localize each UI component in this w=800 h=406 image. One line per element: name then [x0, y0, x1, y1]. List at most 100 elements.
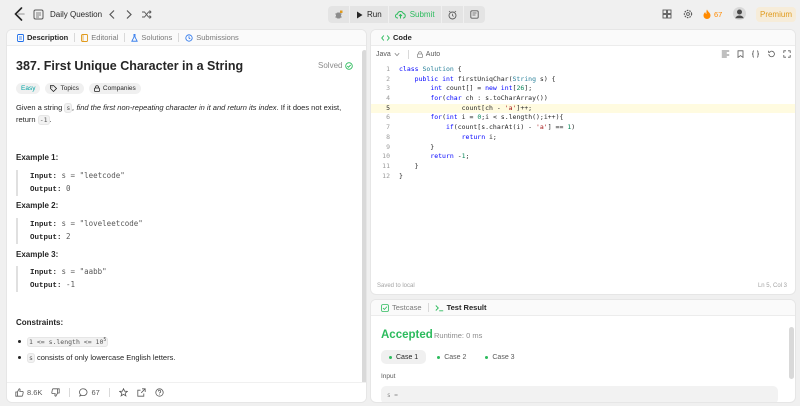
- submit-label: Submit: [409, 10, 435, 19]
- book-icon: [81, 33, 89, 42]
- comments-button[interactable]: 67: [79, 388, 100, 397]
- input-label: Input:: [30, 269, 58, 277]
- leetcode-logo-icon[interactable]: [13, 7, 25, 21]
- output-label: Output:: [30, 186, 62, 194]
- code-line: 9 }: [371, 142, 795, 153]
- tab-test-result[interactable]: Test Result: [431, 303, 491, 312]
- submit-button[interactable]: Submit: [388, 6, 441, 23]
- settings-gear-icon[interactable]: [683, 9, 693, 19]
- code-line: 4 for(char ch : s.toCharArray()): [371, 94, 795, 104]
- input-label: Input:: [30, 221, 58, 229]
- format-lines-icon[interactable]: [721, 50, 730, 58]
- scrollbar-thumb[interactable]: [362, 50, 366, 390]
- bookmark-icon[interactable]: [737, 50, 744, 58]
- flame-icon: [703, 9, 711, 19]
- line-number: 5: [386, 103, 390, 112]
- problem-list-title[interactable]: Daily Question: [50, 10, 102, 19]
- run-button[interactable]: Run: [350, 6, 388, 23]
- check-circle-icon: [345, 61, 354, 70]
- tab-editorial[interactable]: Editorial: [77, 33, 122, 42]
- tab-divider: [124, 33, 126, 42]
- output-value: 0: [66, 184, 71, 193]
- bullet-dot: [18, 356, 21, 359]
- code-editor[interactable]: 1 class Solution { 2 public int firstUniq…: [371, 65, 795, 181]
- auto-mode-toggle[interactable]: Auto: [416, 51, 440, 58]
- input-value: s = "loveleetcode": [61, 219, 143, 228]
- output-value: -1: [66, 280, 76, 289]
- topics-badge[interactable]: Topics: [45, 83, 84, 94]
- example-2-block: Input: s = "loveleetcode" Output: 2: [16, 218, 143, 244]
- problem-title: 387. First Unique Character in a String: [16, 59, 244, 73]
- runtime-value: Runtime: 0 ms: [434, 331, 483, 340]
- case-label: Case 3: [492, 353, 515, 361]
- constraint-text: consists of only lowercase English lette…: [34, 353, 176, 362]
- expand-icon[interactable]: [783, 50, 791, 58]
- document-icon: [17, 33, 24, 42]
- problem-list-icon[interactable]: [33, 9, 44, 20]
- result-scrollbar[interactable]: [789, 327, 794, 379]
- tab-solutions[interactable]: Solutions: [127, 33, 176, 42]
- tab-code[interactable]: Code: [377, 33, 416, 42]
- history-icon: [185, 33, 193, 42]
- run-label: Run: [367, 10, 382, 19]
- lock-icon: [93, 85, 100, 92]
- difficulty-badge[interactable]: Easy: [16, 83, 41, 94]
- tab-divider: [178, 33, 180, 42]
- favorite-button[interactable]: [118, 388, 128, 397]
- run-controls: Run Submit: [328, 6, 485, 23]
- help-circle-icon: [155, 388, 164, 397]
- reset-icon[interactable]: [767, 50, 776, 58]
- next-problem-icon[interactable]: [125, 9, 133, 20]
- code-line-active: 5 count[ch - 'a']++;: [371, 103, 795, 114]
- notes-button[interactable]: [463, 6, 485, 23]
- premium-button[interactable]: Premium: [756, 7, 796, 22]
- case-1-button[interactable]: Case 1: [381, 350, 427, 364]
- streak-counter[interactable]: 67: [703, 9, 722, 19]
- code-line: 1 class Solution {: [371, 65, 795, 75]
- share-button[interactable]: [137, 388, 146, 397]
- tab-testcase[interactable]: Testcase: [377, 303, 426, 312]
- case-3-button[interactable]: Case 3: [477, 350, 522, 364]
- line-number: 9: [386, 142, 390, 151]
- line-number: 10: [382, 152, 390, 161]
- line-number: 12: [382, 171, 390, 180]
- tab-test-result-label: Test Result: [446, 303, 487, 312]
- code-line: 6 for(int i = 0;i < s.length();i++){: [371, 113, 795, 123]
- line-number: 2: [386, 74, 390, 83]
- description-scrollbar[interactable]: [362, 46, 366, 402]
- line-number: 11: [382, 161, 390, 170]
- pass-dot: [485, 355, 489, 359]
- avatar-icon: [733, 7, 746, 20]
- companies-badge[interactable]: Companies: [88, 83, 141, 94]
- timer-button[interactable]: [441, 6, 463, 23]
- line-number: 6: [386, 113, 390, 122]
- code-line: 8 return i;: [371, 133, 795, 143]
- result-panel: Testcase Test Result Accepted Runtime: 0…: [370, 299, 796, 403]
- footer-divider: [108, 388, 110, 397]
- share-icon: [137, 388, 146, 397]
- prev-problem-icon[interactable]: [108, 9, 116, 20]
- editor-tools: [721, 46, 791, 62]
- like-button[interactable]: 8.6K: [15, 388, 42, 397]
- braces-icon[interactable]: [751, 50, 760, 58]
- code-line: 11 }: [371, 161, 795, 172]
- user-avatar[interactable]: [733, 7, 746, 20]
- debug-button[interactable]: [328, 6, 349, 23]
- dislike-button[interactable]: [51, 388, 61, 397]
- cursor-position: Ln 5, Col 3: [757, 283, 787, 289]
- thumbs-up-icon: [15, 388, 24, 397]
- code-brackets-icon: [381, 34, 390, 41]
- layout-icon[interactable]: [662, 9, 672, 19]
- tab-description[interactable]: Description: [13, 33, 72, 42]
- case-2-button[interactable]: Case 2: [429, 350, 474, 364]
- input-value: s = "leetcode": [61, 171, 125, 180]
- tab-submissions[interactable]: Submissions: [181, 33, 243, 42]
- checkbox-icon: [381, 303, 389, 312]
- streak-count: 67: [714, 9, 723, 19]
- cloud-upload-icon: [394, 10, 406, 19]
- help-button[interactable]: [155, 388, 164, 397]
- code-line: 10 return -1;: [371, 152, 795, 162]
- shuffle-icon[interactable]: [141, 9, 152, 20]
- language-select[interactable]: Java: [376, 51, 400, 58]
- play-icon: [357, 11, 363, 18]
